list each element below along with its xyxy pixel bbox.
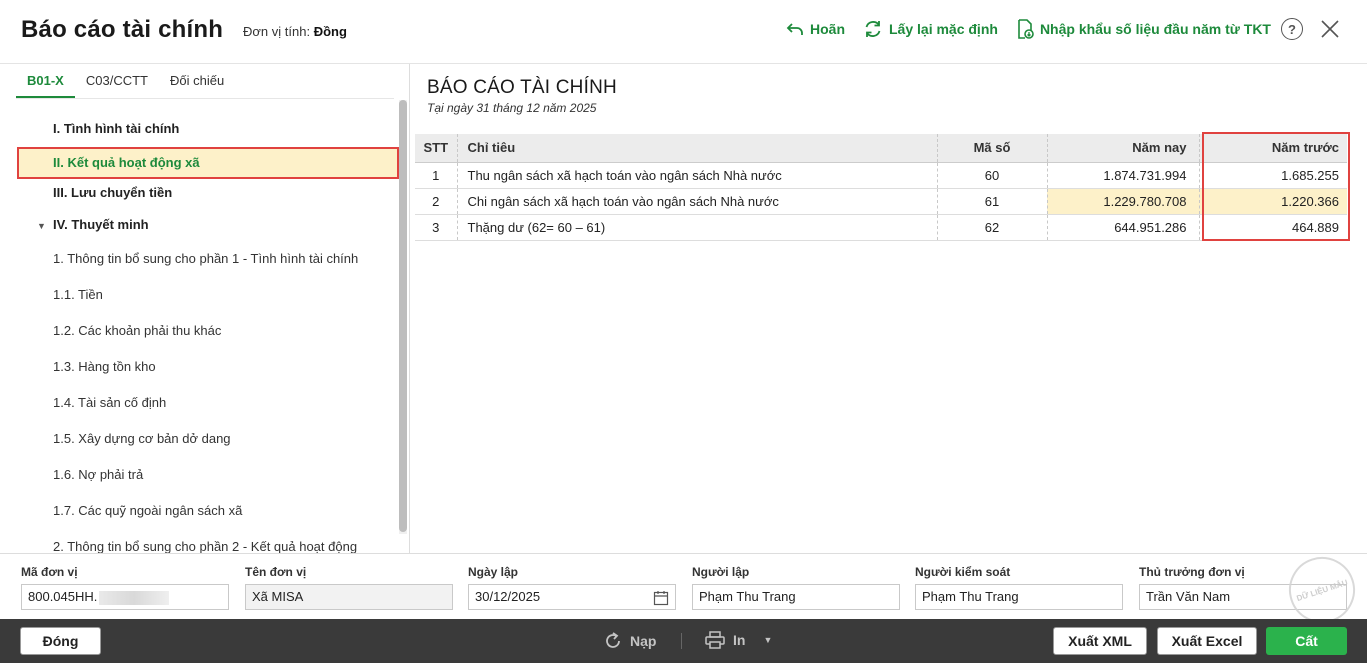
signature-form: Mã đơn vị 800.045HH. Tên đơn vị Xã MISA … — [0, 553, 1367, 619]
redacted-blur — [99, 590, 170, 605]
close-button[interactable]: Đóng — [20, 627, 101, 655]
print-button[interactable]: In ▼ — [705, 631, 772, 649]
dialog-header: Báo cáo tài chính Đơn vị tính: Đồng Hoãn… — [0, 0, 1367, 64]
ma-don-vi-input[interactable]: 800.045HH. — [21, 584, 229, 610]
cell-nam-truoc[interactable]: 464.889 — [1199, 214, 1347, 241]
help-icon[interactable]: ? — [1281, 18, 1303, 40]
reset-default-button[interactable]: Lấy lại mặc định — [863, 19, 998, 39]
scroll-thumb[interactable] — [399, 100, 407, 532]
save-button[interactable]: Cất — [1266, 627, 1347, 655]
nguoi-kiem-soat-input[interactable]: Phạm Thu Trang — [915, 584, 1123, 610]
report-subtitle: Tại ngày 31 tháng 12 năm 2025 — [427, 101, 597, 115]
col-nam-nay: Năm nay — [1047, 134, 1200, 163]
cell-stt: 2 — [415, 188, 458, 215]
reload-button[interactable]: Nạp — [603, 631, 656, 651]
field-ten-don-vi: Tên đơn vị Xã MISA — [245, 565, 453, 610]
report-panel: BÁO CÁO TÀI CHÍNH Tại ngày 31 tháng 12 n… — [411, 64, 1367, 553]
table-row: 1 Thu ngân sách xã hạch toán vào ngân sá… — [415, 162, 1347, 189]
cell-chi-tieu: Thặng dư (62= 60 – 61) — [457, 214, 938, 241]
calendar-icon[interactable] — [653, 590, 669, 614]
tree-item-thuyet-minh[interactable]: IV. Thuyết minh — [53, 217, 149, 232]
reload-icon — [603, 631, 623, 651]
field-ngay-lap: Ngày lập 30/12/2025 — [468, 565, 676, 610]
col-nam-truoc: Năm trước — [1199, 134, 1347, 163]
unit-value: Đồng — [313, 24, 347, 39]
import-button[interactable]: Nhập khẩu số liệu đầu năm từ TKT — [1016, 19, 1271, 39]
ten-don-vi-input: Xã MISA — [245, 584, 453, 610]
table-header: STT Chỉ tiêu Mã số Năm nay Năm trước — [415, 134, 1347, 163]
cell-chi-tieu: Thu ngân sách xã hạch toán vào ngân sách… — [457, 162, 938, 189]
tree-item-luu-chuyen-tien[interactable]: III. Lưu chuyển tiền — [53, 185, 172, 200]
export-excel-button[interactable]: Xuất Excel — [1157, 627, 1257, 655]
field-nguoi-lap: Người lập Phạm Thu Trang — [692, 565, 900, 610]
action-bar: Đóng Nạp In ▼ Xuất XML Xuất Excel Cất — [0, 619, 1367, 663]
col-ma-so: Mã số — [937, 134, 1048, 163]
undo-button[interactable]: Hoãn — [786, 21, 845, 37]
dialog-title: Báo cáo tài chính — [21, 16, 224, 43]
tree-item[interactable]: 1.1. Tiền — [53, 287, 103, 302]
undo-icon — [786, 22, 804, 36]
cell-ma-so: 61 — [937, 188, 1048, 215]
field-nguoi-kiem-soat: Người kiểm soát Phạm Thu Trang — [915, 565, 1123, 610]
tab-b01-x[interactable]: B01-X — [16, 64, 75, 98]
col-chi-tieu: Chỉ tiêu — [457, 134, 938, 163]
tree-scrollbar[interactable] — [399, 100, 407, 534]
refresh-icon — [863, 19, 883, 39]
tree-item[interactable]: 1. Thông tin bổ sung cho phần 1 - Tình h… — [53, 251, 358, 266]
cell-stt: 1 — [415, 162, 458, 189]
table-row: 2 Chi ngân sách xã hạch toán vào ngân sá… — [415, 188, 1347, 215]
close-icon[interactable] — [1321, 20, 1339, 38]
cell-nam-truoc[interactable]: 1.685.255 — [1199, 162, 1347, 189]
caret-down-icon[interactable]: ▼ — [37, 221, 46, 231]
col-stt: STT — [415, 134, 458, 163]
cell-chi-tieu: Chi ngân sách xã hạch toán vào ngân sách… — [457, 188, 938, 215]
divider — [681, 633, 682, 649]
tab-doi-chieu[interactable]: Đối chiếu — [159, 64, 235, 98]
tree-item[interactable]: 1.5. Xây dựng cơ bản dở dang — [53, 431, 231, 446]
report-tabs: B01-X C03/CCTT Đối chiếu — [16, 64, 394, 99]
ngay-lap-input[interactable]: 30/12/2025 — [468, 584, 676, 610]
tree-item[interactable]: 1.6. Nợ phải trả — [53, 467, 143, 482]
report-table: STT Chỉ tiêu Mã số Năm nay Năm trước 1 T… — [415, 134, 1347, 241]
unit-label: Đơn vị tính: Đồng — [243, 24, 347, 39]
tree-item[interactable]: 2. Thông tin bổ sung cho phần 2 - Kết qu… — [53, 539, 357, 553]
tree-item-ket-qua-hoat-dong[interactable]: II. Kết quả hoạt động xã — [17, 147, 399, 179]
cell-nam-nay[interactable]: 1.229.780.708 — [1047, 188, 1200, 215]
report-title: BÁO CÁO TÀI CHÍNH — [427, 77, 617, 98]
tree-item[interactable]: 1.4. Tài sản cố định — [53, 395, 166, 410]
cell-nam-nay[interactable]: 1.874.731.994 — [1047, 162, 1200, 189]
left-panel: B01-X C03/CCTT Đối chiếu I. Tình hình tà… — [0, 64, 410, 553]
nguoi-lap-input[interactable]: Phạm Thu Trang — [692, 584, 900, 610]
table-row: 3 Thặng dư (62= 60 – 61) 62 644.951.286 … — [415, 214, 1347, 241]
printer-icon — [705, 631, 725, 649]
cell-ma-so: 60 — [937, 162, 1048, 189]
tree-item[interactable]: 1.2. Các khoản phải thu khác — [53, 323, 221, 338]
file-import-icon — [1016, 19, 1034, 39]
cell-stt: 3 — [415, 214, 458, 241]
field-ma-don-vi: Mã đơn vị 800.045HH. — [21, 565, 229, 610]
tree-item-tinh-hinh-tai-chinh[interactable]: I. Tình hình tài chính — [53, 121, 179, 136]
cell-nam-nay[interactable]: 644.951.286 — [1047, 214, 1200, 241]
cell-ma-so: 62 — [937, 214, 1048, 241]
chevron-down-icon[interactable]: ▼ — [763, 635, 772, 645]
header-actions: Hoãn Lấy lại mặc định Nhập khẩu số liệu … — [768, 18, 1339, 40]
tree-item[interactable]: 1.7. Các quỹ ngoài ngân sách xã — [53, 503, 242, 518]
export-xml-button[interactable]: Xuất XML — [1053, 627, 1147, 655]
tree-item[interactable]: 1.3. Hàng tồn kho — [53, 359, 156, 374]
tab-c03-cctt[interactable]: C03/CCTT — [75, 64, 159, 98]
cell-nam-truoc[interactable]: 1.220.366 — [1199, 188, 1347, 215]
